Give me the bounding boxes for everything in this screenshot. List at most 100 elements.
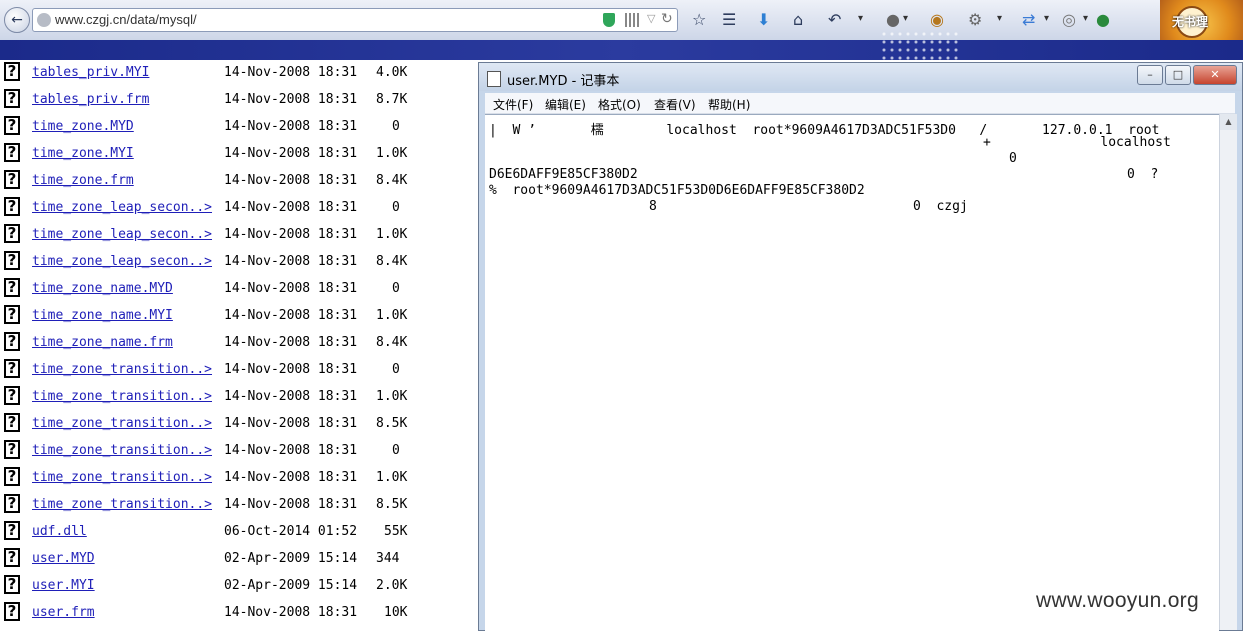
watermark: www.wooyun.org xyxy=(1036,589,1199,612)
file-size: 0 xyxy=(392,281,400,296)
minimize-button[interactable]: – xyxy=(1137,65,1163,85)
menu-view[interactable]: 查看(V) xyxy=(654,96,696,113)
list-item: ? time_zone_name.MYI 14-Nov-2008 18:31 1… xyxy=(0,305,478,332)
file-link[interactable]: time_zone_transition..> xyxy=(32,443,212,458)
text-line[interactable]: 0 ? xyxy=(1127,167,1158,182)
file-icon: ? xyxy=(4,116,20,135)
file-link[interactable]: user.MYD xyxy=(32,551,95,566)
file-link[interactable]: tables_priv.MYI xyxy=(32,65,149,80)
file-link[interactable]: time_zone.frm xyxy=(32,173,134,188)
chevron-down-icon[interactable]: ▾ xyxy=(1083,13,1088,24)
window-title: user.MYD - 记事本 xyxy=(507,74,620,89)
file-link[interactable]: time_zone_transition..> xyxy=(32,497,212,512)
file-link[interactable]: time_zone_name.MYD xyxy=(32,281,173,296)
file-icon: ? xyxy=(4,143,20,162)
vertical-scrollbar[interactable]: ▲ xyxy=(1219,114,1237,630)
menu-bar: 文件(F) 编辑(E) 格式(O) 查看(V) 帮助(H) xyxy=(485,93,1235,114)
list-item: ? time_zone_transition..> 14-Nov-2008 18… xyxy=(0,494,478,521)
shield-icon[interactable] xyxy=(603,13,615,27)
file-date: 14-Nov-2008 18:31 xyxy=(224,308,358,323)
scroll-up-icon[interactable]: ▲ xyxy=(1220,114,1237,130)
file-size: 8.7K xyxy=(376,92,408,107)
file-link[interactable]: time_zone_transition..> xyxy=(32,416,212,431)
download-icon[interactable]: ⬇ xyxy=(757,10,770,30)
translate-icon[interactable]: ⇄ xyxy=(1022,10,1035,30)
green-addon-icon[interactable]: ● xyxy=(1096,10,1110,30)
back-button[interactable]: ← xyxy=(4,7,30,33)
file-link[interactable]: udf.dll xyxy=(32,524,87,539)
cookie-icon[interactable]: ◉ xyxy=(930,10,944,30)
file-link[interactable]: user.frm xyxy=(32,605,95,620)
file-date: 06-Oct-2014 01:52 xyxy=(224,524,358,539)
file-icon: ? xyxy=(4,494,20,513)
notepad-icon xyxy=(487,71,501,87)
text-line[interactable]: 0 xyxy=(1009,151,1017,166)
banner-strip xyxy=(0,40,1243,60)
menu-edit[interactable]: 编辑(E) xyxy=(545,96,586,113)
file-link[interactable]: time_zone_transition..> xyxy=(32,389,212,404)
reading-list-icon[interactable]: ☰ xyxy=(722,10,736,30)
file-size: 1.0K xyxy=(376,389,408,404)
file-date: 14-Nov-2008 18:31 xyxy=(224,605,358,620)
file-date: 14-Nov-2008 18:31 xyxy=(224,227,358,242)
qr-code-icon[interactable] xyxy=(625,13,639,27)
file-link[interactable]: tables_priv.frm xyxy=(32,92,149,107)
url-text[interactable]: www.czgj.cn/data/mysql/ xyxy=(55,12,197,27)
text-line[interactable]: 0 czgj xyxy=(913,199,968,214)
list-item: ? time_zone_transition..> 14-Nov-2008 18… xyxy=(0,413,478,440)
file-link[interactable]: time_zone_name.frm xyxy=(32,335,173,350)
list-item: ? time_zone.frm 14-Nov-2008 18:31 8.4K xyxy=(0,170,478,197)
file-icon: ? xyxy=(4,89,20,108)
file-date: 14-Nov-2008 18:31 xyxy=(224,200,358,215)
user-name[interactable]: 无书理 xyxy=(1172,13,1208,30)
file-link[interactable]: time_zone_leap_secon..> xyxy=(32,200,212,215)
file-link[interactable]: time_zone_name.MYI xyxy=(32,308,173,323)
file-size: 4.0K xyxy=(376,65,408,80)
home-icon[interactable]: ⌂ xyxy=(793,10,803,30)
maximize-button[interactable]: □ xyxy=(1165,65,1191,85)
chevron-down-icon[interactable]: ▾ xyxy=(903,13,908,24)
file-link[interactable]: user.MYI xyxy=(32,578,95,593)
text-line[interactable]: % root*9609A4617D3ADC51F53D0D6E6DAFF9E85… xyxy=(489,183,865,198)
file-size: 1.0K xyxy=(376,146,408,161)
list-item: ? user.MYI 02-Apr-2009 15:14 2.0K xyxy=(0,575,478,602)
file-size: 8.4K xyxy=(376,254,408,269)
file-date: 02-Apr-2009 15:14 xyxy=(224,578,358,593)
file-icon: ? xyxy=(4,575,20,594)
text-line[interactable]: D6E6DAFF9E85CF380D2 xyxy=(489,167,638,182)
addon-icon[interactable]: ◎ xyxy=(1062,10,1076,30)
title-bar[interactable]: user.MYD - 记事本 – □ ✕ xyxy=(479,63,1242,91)
text-line[interactable]: + localhost xyxy=(983,135,1171,150)
file-date: 14-Nov-2008 18:31 xyxy=(224,497,358,512)
file-link[interactable]: time_zone_leap_secon..> xyxy=(32,254,212,269)
chevron-down-icon[interactable]: ▾ xyxy=(1044,13,1049,24)
file-size: 0 xyxy=(392,119,400,134)
close-button[interactable]: ✕ xyxy=(1193,65,1237,85)
menu-file[interactable]: 文件(F) xyxy=(493,96,533,113)
avatar[interactable]: 无书理 xyxy=(1160,0,1243,40)
tool-icon[interactable]: ⚙ xyxy=(968,10,982,30)
chevron-down-icon[interactable]: ▽ xyxy=(647,12,655,25)
file-link[interactable]: time_zone_transition..> xyxy=(32,362,212,377)
file-link[interactable]: time_zone_transition..> xyxy=(32,470,212,485)
file-link[interactable]: time_zone.MYD xyxy=(32,119,134,134)
file-date: 14-Nov-2008 18:31 xyxy=(224,146,358,161)
text-line[interactable]: 8 xyxy=(649,199,657,214)
file-link[interactable]: time_zone.MYI xyxy=(32,146,134,161)
list-item: ? user.frm 14-Nov-2008 18:31 10K xyxy=(0,602,478,629)
address-bar[interactable]: www.czgj.cn/data/mysql/ ▽ ↻ xyxy=(32,8,678,32)
star-icon[interactable]: ☆ xyxy=(692,10,706,30)
directory-listing: ? tables_priv.MYI 14-Nov-2008 18:31 4.0K… xyxy=(0,60,478,631)
file-link[interactable]: time_zone_leap_secon..> xyxy=(32,227,212,242)
menu-help[interactable]: 帮助(H) xyxy=(708,96,750,113)
reload-icon[interactable]: ↻ xyxy=(661,11,673,27)
chevron-down-icon[interactable]: ▾ xyxy=(997,13,1002,24)
text-editor[interactable]: | W ’ 檽 localhost root*9609A4617D3ADC51F… xyxy=(485,114,1219,631)
undo-icon[interactable]: ↶ xyxy=(828,10,841,30)
file-size: 8.5K xyxy=(376,497,408,512)
notepad-window: user.MYD - 记事本 – □ ✕ 文件(F) 编辑(E) 格式(O) 查… xyxy=(478,62,1243,631)
chevron-down-icon[interactable]: ▾ xyxy=(858,13,863,24)
extension-icon[interactable]: ● xyxy=(886,10,900,30)
file-icon: ? xyxy=(4,305,20,324)
menu-format[interactable]: 格式(O) xyxy=(598,96,641,113)
